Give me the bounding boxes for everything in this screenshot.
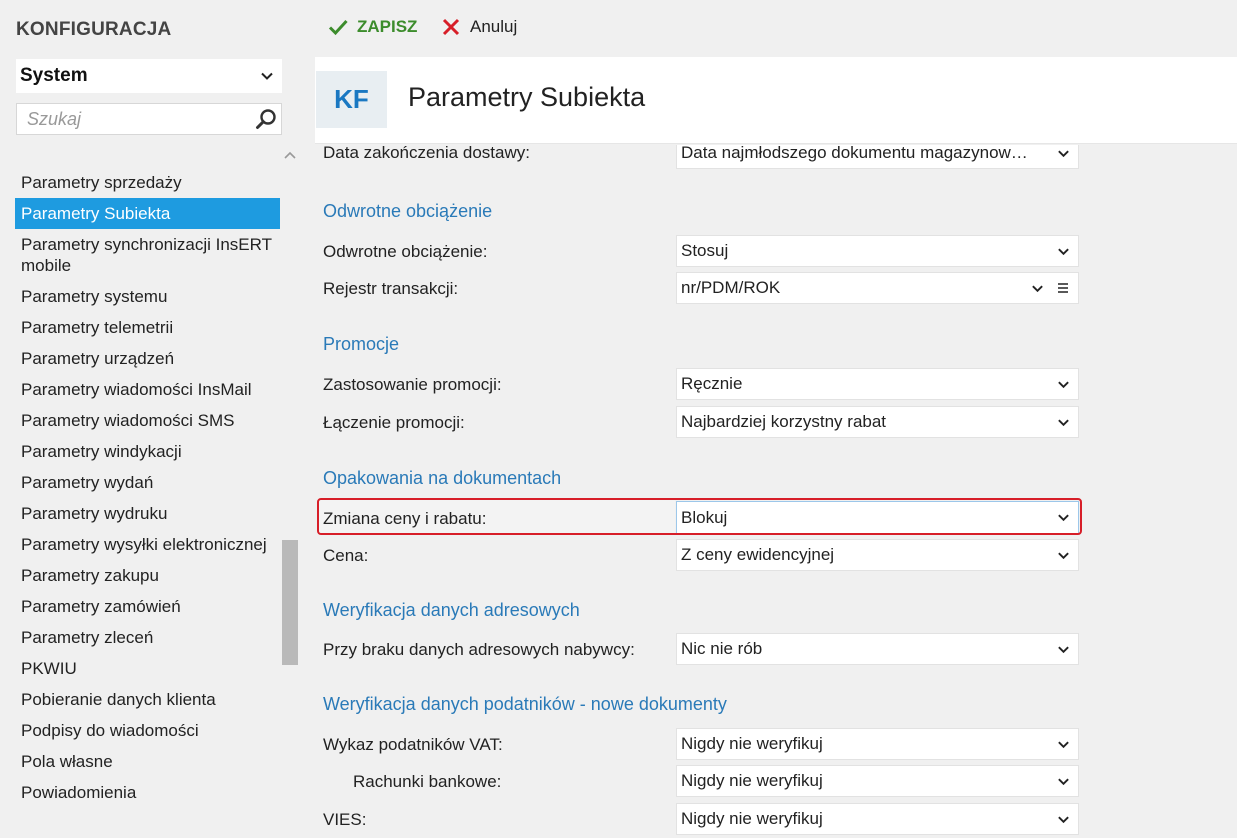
chevron-down-icon: [1058, 248, 1069, 255]
reverse-charge-select[interactable]: Stosuj: [676, 235, 1079, 267]
module-badge: KF: [316, 71, 387, 128]
save-button[interactable]: ZAPISZ: [327, 16, 417, 38]
chevron-down-icon: [1058, 419, 1069, 426]
section-title: Opakowania na dokumentach: [323, 468, 562, 488]
select-value: Nigdy nie weryfikuj: [681, 734, 823, 753]
sidebar-scrollbar-thumb[interactable]: [282, 540, 298, 665]
section-title: Weryfikacja danych podatników - nowe dok…: [323, 694, 727, 714]
save-button-label: ZAPISZ: [357, 17, 418, 36]
select-value: Stosuj: [681, 241, 729, 260]
chevron-down-icon: [1058, 381, 1069, 388]
promo-combining-select[interactable]: Najbardziej korzystny rabat: [676, 406, 1079, 438]
price-select[interactable]: Z ceny ewidencyjnej: [676, 539, 1079, 571]
row-label: Rejestr transakcji:: [323, 279, 459, 298]
sidebar-item[interactable]: Parametry wiadomości SMS: [15, 405, 280, 436]
section-title: Weryfikacja danych adresowych: [323, 600, 580, 620]
row-label: Zmiana ceny i rabatu:: [323, 509, 487, 528]
select-value: Data najmłodszego dokumentu magazynow…: [681, 145, 1028, 162]
sidebar-item[interactable]: Parametry systemu: [15, 281, 280, 312]
sidebar-item[interactable]: Parametry wydań: [15, 467, 280, 498]
transaction-register-select[interactable]: nr/PDM/ROK: [676, 272, 1079, 304]
missing-address-select[interactable]: Nic nie rób: [676, 633, 1079, 665]
sidebar-item[interactable]: Parametry telemetrii: [15, 312, 280, 343]
sidebar-item[interactable]: Podpisy do wiadomości: [15, 715, 280, 746]
search-icon[interactable]: [255, 108, 277, 130]
chevron-down-icon: [1058, 816, 1069, 823]
sidebar-nav-list: Parametry sprzedaży Parametry Subiekta P…: [15, 151, 280, 808]
sidebar-item-active[interactable]: Parametry Subiekta: [15, 198, 280, 229]
search-box: [16, 103, 282, 135]
section-title: Promocje: [323, 334, 400, 354]
sidebar-nav: Parametry sprzedaży Parametry Subiekta P…: [0, 136, 300, 838]
row-label: Rachunki bankowe:: [353, 772, 502, 791]
sidebar-item[interactable]: PKWIU: [15, 653, 280, 684]
sidebar-item[interactable]: Parametry wiadomości InsMail: [15, 374, 280, 405]
chevron-down-icon: [1058, 150, 1069, 157]
sidebar-item[interactable]: Parametry zakupu: [15, 560, 280, 591]
sidebar-item[interactable]: Powiadomienia: [15, 777, 280, 808]
select-value: Ręcznie: [681, 374, 743, 393]
app-title: KONFIGURACJA: [16, 19, 172, 40]
sidebar-item[interactable]: Pola własne: [15, 746, 280, 777]
sidebar-item[interactable]: Parametry sprzedaży: [15, 167, 280, 198]
vies-select[interactable]: Nigdy nie weryfikuj: [676, 803, 1079, 835]
toolbar: ZAPISZ Anuluj: [300, 0, 1237, 57]
sidebar-item[interactable]: Parametry urządzeń: [15, 343, 280, 374]
chevron-down-icon: [1058, 514, 1069, 522]
module-select[interactable]: System: [16, 59, 282, 93]
promo-usage-select[interactable]: Ręcznie: [676, 368, 1079, 400]
row-label: Cena:: [323, 546, 369, 565]
sidebar-item[interactable]: Parametry windykacji: [15, 436, 280, 467]
close-icon: [442, 18, 460, 36]
cancel-button-label: Anuluj: [470, 17, 518, 36]
scroll-up-icon[interactable]: [283, 148, 297, 162]
page-header: KF Parametry Subiekta: [315, 57, 1237, 144]
row-label: VIES:: [323, 810, 367, 829]
row-label: Przy braku danych adresowych nabywcy:: [323, 640, 635, 659]
select-value: Blokuj: [681, 507, 728, 527]
select-value: Nigdy nie weryfikuj: [681, 809, 823, 828]
cancel-button[interactable]: Anuluj: [440, 16, 517, 38]
page-title: Parametry Subiekta: [408, 82, 646, 112]
select-value: Nic nie rób: [681, 639, 763, 658]
select-value: nr/PDM/ROK: [681, 278, 781, 297]
chevron-down-icon: [1058, 552, 1069, 559]
chevron-down-icon[interactable]: [1031, 282, 1044, 295]
settings-form: Data zakończenia dostawy: Data najmłodsz…: [315, 145, 1237, 838]
sidebar-item-partial[interactable]: [15, 151, 280, 167]
row-label: Wykaz podatników VAT:: [323, 735, 503, 754]
chevron-down-icon: [1058, 646, 1069, 653]
price-discount-change-select[interactable]: Blokuj: [676, 501, 1079, 534]
select-value: Najbardziej korzystny rabat: [681, 412, 887, 431]
search-input[interactable]: [25, 107, 245, 131]
row-label: Odwrotne obciążenie:: [323, 242, 488, 261]
row-label: Łączenie promocji:: [323, 413, 465, 432]
vat-registry-select[interactable]: Nigdy nie weryfikuj: [676, 728, 1079, 760]
select-controls: [1031, 281, 1070, 295]
select-value: Nigdy nie weryfikuj: [681, 771, 823, 790]
chevron-down-icon: [1058, 741, 1069, 748]
checkmark-icon: [328, 19, 348, 36]
chevron-down-icon: [1058, 778, 1069, 785]
section-title: Odwrotne obciążenie: [323, 201, 493, 221]
bank-accounts-select[interactable]: Nigdy nie weryfikuj: [676, 765, 1079, 797]
sidebar-item[interactable]: Pobieranie danych klienta: [15, 684, 280, 715]
select-value: Z ceny ewidencyjnej: [681, 545, 835, 564]
sidebar-item[interactable]: Parametry wysyłki elektronicznej: [15, 529, 280, 560]
list-icon[interactable]: [1056, 281, 1070, 295]
sidebar-item[interactable]: Parametry synchronizacji InsERT mobile: [15, 229, 280, 281]
chevron-down-icon: [261, 72, 273, 80]
sidebar-item[interactable]: Parametry zleceń: [15, 622, 280, 653]
sidebar-item[interactable]: Parametry zamówień: [15, 591, 280, 622]
module-select-value: System: [20, 65, 88, 86]
row-label: Zastosowanie promocji:: [323, 375, 502, 394]
row-label: Data zakończenia dostawy:: [323, 145, 530, 162]
delivery-end-date-select[interactable]: Data najmłodszego dokumentu magazynow…: [676, 145, 1079, 169]
sidebar-item[interactable]: Parametry wydruku: [15, 498, 280, 529]
sidebar: KONFIGURACJA System Parametry sprzedaży …: [0, 0, 300, 838]
